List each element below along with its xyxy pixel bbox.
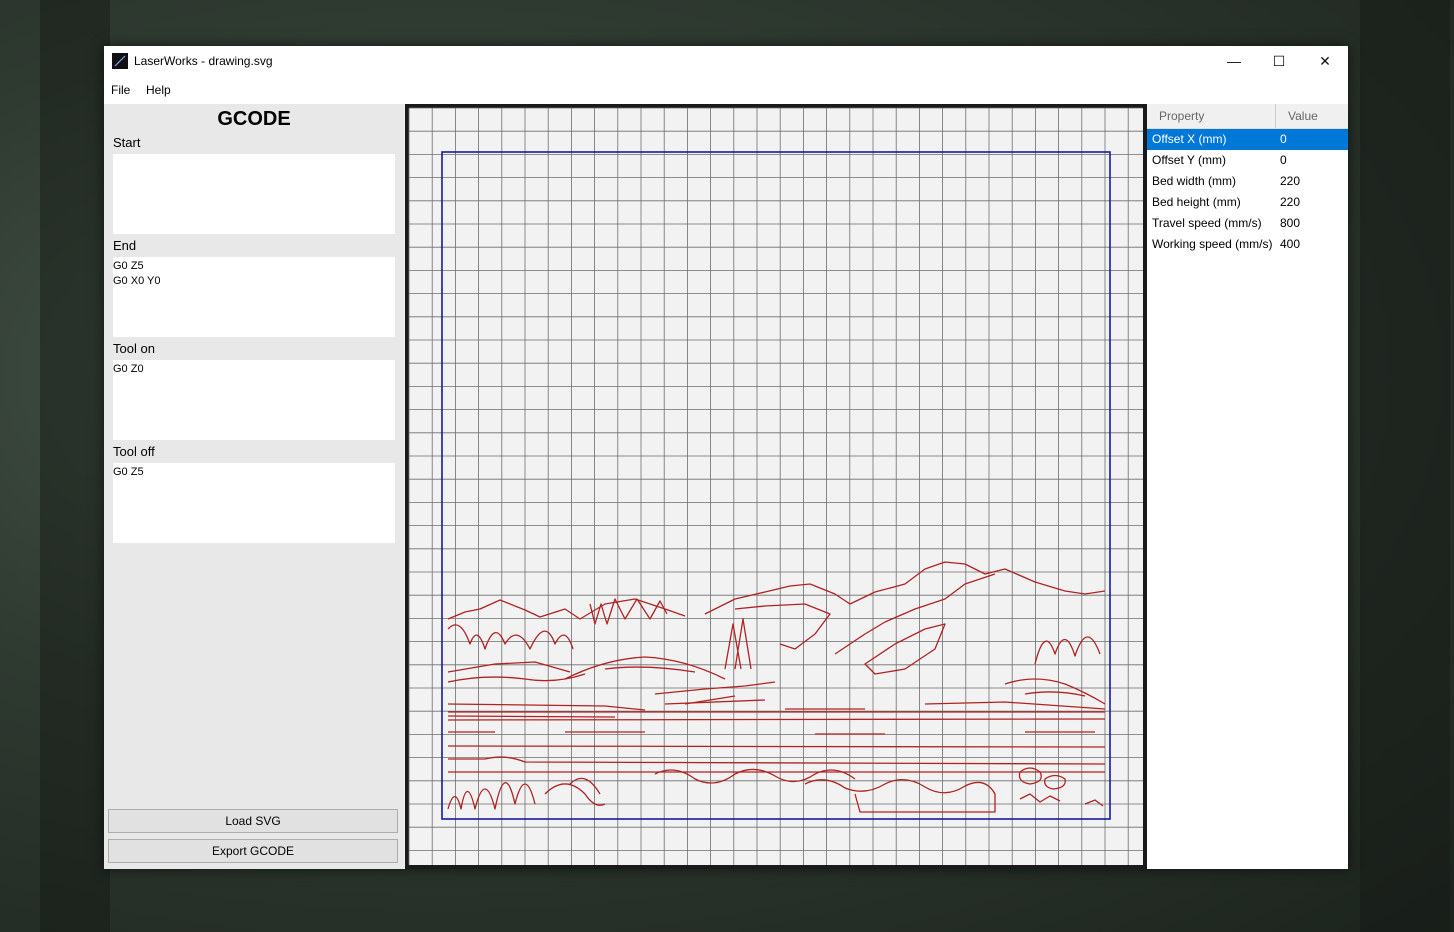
- property-row-offset-y[interactable]: Offset Y (mm) 0: [1147, 150, 1348, 171]
- menu-bar: File Help: [104, 76, 1348, 104]
- tool-off-gcode-textarea[interactable]: G0 Z5: [113, 463, 395, 543]
- property-grid: Property Value Offset X (mm) 0 Offset Y …: [1147, 104, 1348, 869]
- tool-on-label: Tool on: [113, 341, 155, 356]
- canvas-frame: [405, 104, 1147, 869]
- property-row-offset-x[interactable]: Offset X (mm) 0: [1147, 129, 1348, 150]
- property-row-travel-speed[interactable]: Travel speed (mm/s) 800: [1147, 213, 1348, 234]
- menu-file[interactable]: File: [111, 83, 130, 97]
- property-value[interactable]: 220: [1280, 195, 1300, 209]
- property-name: Bed height (mm): [1152, 195, 1241, 209]
- app-window: LaserWorks - drawing.svg — ☐ ✕ File Help…: [104, 46, 1348, 869]
- minimize-button[interactable]: —: [1211, 46, 1257, 76]
- property-name: Offset Y (mm): [1152, 153, 1227, 167]
- window-title: LaserWorks - drawing.svg: [134, 54, 273, 68]
- tool-off-label: Tool off: [113, 444, 155, 459]
- property-value[interactable]: 400: [1280, 237, 1300, 251]
- gcode-title: GCODE: [217, 108, 291, 130]
- property-value[interactable]: 220: [1280, 174, 1300, 188]
- background-tree: [1360, 0, 1450, 932]
- property-name: Working speed (mm/s): [1152, 237, 1273, 251]
- start-gcode-textarea[interactable]: [113, 154, 395, 234]
- end-label: End: [113, 238, 137, 253]
- property-value[interactable]: 800: [1280, 216, 1300, 230]
- gcode-panel: GCODE Start End G0 Z5 G0 X0 Y0 Tool on G…: [104, 104, 404, 869]
- property-name: Travel speed (mm/s): [1152, 216, 1262, 230]
- title-bar[interactable]: LaserWorks - drawing.svg — ☐ ✕: [104, 46, 1348, 76]
- drawing-canvas[interactable]: [405, 104, 1147, 869]
- property-name: Offset X (mm): [1152, 132, 1227, 146]
- tool-on-gcode-textarea[interactable]: G0 Z0: [113, 360, 395, 440]
- property-row-working-speed[interactable]: Working speed (mm/s) 400: [1147, 234, 1348, 255]
- menu-help[interactable]: Help: [146, 83, 171, 97]
- background-tree: [40, 0, 110, 932]
- start-label: Start: [113, 135, 141, 150]
- property-name: Bed width (mm): [1152, 174, 1237, 188]
- property-column-header[interactable]: Property: [1159, 109, 1204, 123]
- maximize-button[interactable]: ☐: [1256, 46, 1302, 76]
- app-logo-icon: [112, 53, 128, 69]
- load-svg-button[interactable]: Load SVG: [108, 809, 398, 833]
- export-gcode-button[interactable]: Export GCODE: [108, 839, 398, 863]
- property-grid-header: Property Value: [1147, 104, 1348, 129]
- property-row-bed-height[interactable]: Bed height (mm) 220: [1147, 192, 1348, 213]
- property-value[interactable]: 0: [1280, 153, 1287, 167]
- end-gcode-textarea[interactable]: G0 Z5 G0 X0 Y0: [113, 257, 395, 337]
- value-column-header[interactable]: Value: [1288, 109, 1318, 123]
- column-divider[interactable]: [1275, 104, 1276, 128]
- property-value[interactable]: 0: [1280, 132, 1287, 146]
- close-button[interactable]: ✕: [1302, 46, 1348, 76]
- property-row-bed-width[interactable]: Bed width (mm) 220: [1147, 171, 1348, 192]
